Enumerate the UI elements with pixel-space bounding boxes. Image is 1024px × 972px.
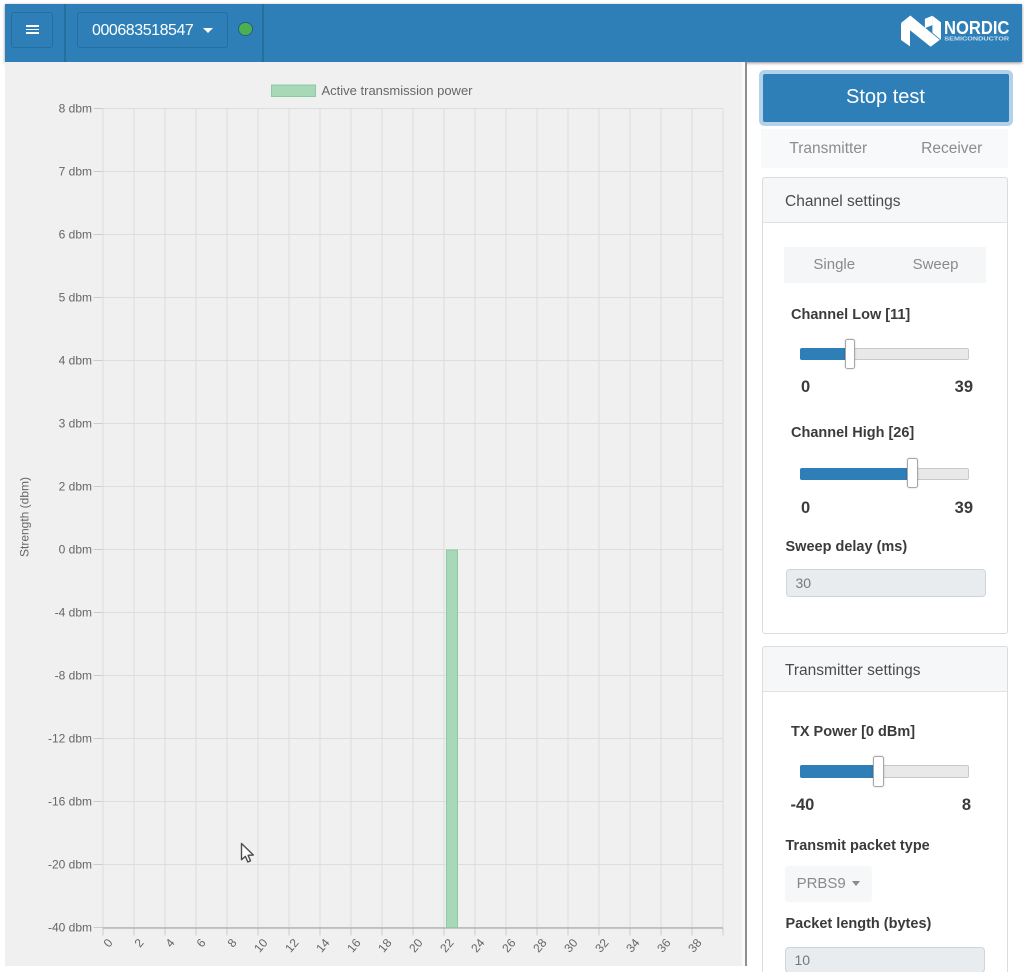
svg-text:24: 24 xyxy=(468,936,488,955)
svg-text:Strength (dbm): Strength (dbm) xyxy=(17,477,31,557)
svg-text:0 dbm: 0 dbm xyxy=(58,543,91,557)
svg-text:32: 32 xyxy=(592,936,612,955)
svg-text:Active transmission power: Active transmission power xyxy=(321,83,473,98)
svg-text:38: 38 xyxy=(685,936,705,955)
svg-text:10: 10 xyxy=(251,936,271,955)
svg-text:12: 12 xyxy=(282,936,302,955)
svg-text:2: 2 xyxy=(131,936,146,950)
svg-text:2 dbm: 2 dbm xyxy=(58,480,91,494)
svg-text:20: 20 xyxy=(406,936,426,955)
svg-text:3 dbm: 3 dbm xyxy=(58,417,91,431)
svg-text:16: 16 xyxy=(344,936,364,955)
svg-text:8 dbm: 8 dbm xyxy=(58,102,91,116)
svg-text:-16 dbm: -16 dbm xyxy=(47,795,91,809)
svg-text:4 dbm: 4 dbm xyxy=(58,354,91,368)
svg-text:-4 dbm: -4 dbm xyxy=(54,606,91,620)
svg-text:5 dbm: 5 dbm xyxy=(58,291,91,305)
svg-text:0: 0 xyxy=(100,936,115,950)
svg-text:SEMICONDUCTOR: SEMICONDUCTOR xyxy=(944,37,1009,43)
svg-text:14: 14 xyxy=(313,936,333,955)
svg-text:26: 26 xyxy=(499,936,519,955)
svg-text:-40 dbm: -40 dbm xyxy=(47,921,91,935)
svg-text:30: 30 xyxy=(561,936,581,955)
svg-text:6 dbm: 6 dbm xyxy=(58,228,91,242)
svg-text:4: 4 xyxy=(162,936,177,950)
svg-text:7 dbm: 7 dbm xyxy=(58,165,91,179)
svg-text:18: 18 xyxy=(375,936,395,955)
svg-text:36: 36 xyxy=(654,936,674,955)
svg-text:NORDIC: NORDIC xyxy=(944,17,1009,38)
svg-text:22: 22 xyxy=(437,936,457,955)
svg-text:8: 8 xyxy=(224,936,239,950)
svg-text:-12 dbm: -12 dbm xyxy=(47,732,91,746)
svg-text:34: 34 xyxy=(623,936,643,955)
svg-text:-8 dbm: -8 dbm xyxy=(54,669,91,683)
svg-text:28: 28 xyxy=(530,936,550,955)
svg-text:-20 dbm: -20 dbm xyxy=(47,858,91,872)
svg-text:6: 6 xyxy=(193,936,208,950)
